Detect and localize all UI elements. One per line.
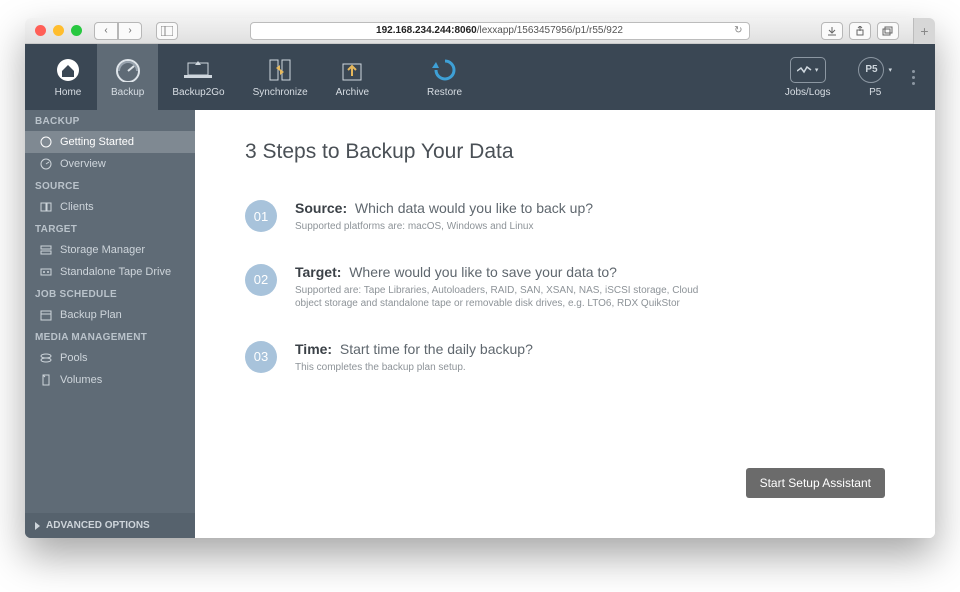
minimize-icon[interactable] <box>53 25 64 36</box>
sidebar-item-label: Backup Plan <box>60 309 122 321</box>
sidebar: BACKUP Getting Started Overview SOURCE C… <box>25 110 195 538</box>
sidebar-item-overview[interactable]: Overview <box>25 153 195 175</box>
step-heading: Time: Start time for the daily backup? <box>295 341 533 357</box>
address-bar[interactable]: 192.168.234.244:8060/lexxapp/1563457956/… <box>250 22 750 40</box>
sidebar-item-label: Storage Manager <box>60 244 145 256</box>
traffic-lights[interactable] <box>35 25 82 36</box>
titlebar: ‹ › 192.168.234.244:8060/lexxapp/1563457… <box>25 18 935 44</box>
header-jobs-logs[interactable]: ▾ Jobs/Logs <box>771 44 845 110</box>
sidebar-item-clients[interactable]: Clients <box>25 196 195 218</box>
nav-backup[interactable]: Backup <box>97 44 158 110</box>
browser-window: ‹ › 192.168.234.244:8060/lexxapp/1563457… <box>25 18 935 538</box>
step-source: 01 Source: Which data would you like to … <box>245 200 885 234</box>
page-title: 3 Steps to Backup Your Data <box>245 140 885 164</box>
nav-label: Jobs/Logs <box>785 87 831 98</box>
tape-icon <box>39 266 53 278</box>
gauge-small-icon <box>39 158 53 170</box>
nav-synchronize[interactable]: Synchronize <box>239 44 322 110</box>
sidebar-header-backup: BACKUP <box>25 110 195 131</box>
compass-icon <box>39 136 53 148</box>
nav-label: Backup2Go <box>172 87 224 98</box>
nav-restore[interactable]: Restore <box>413 44 476 110</box>
p5-icon: P5 <box>858 57 884 83</box>
chevron-right-icon <box>35 522 40 530</box>
nav-buttons: ‹ › <box>94 22 142 40</box>
sidebar-item-label: Clients <box>60 201 94 213</box>
start-setup-button[interactable]: Start Setup Assistant <box>746 468 885 498</box>
address-path: /lexxapp/1563457956/p1/r55/922 <box>477 25 623 36</box>
sidebar-item-storage-manager[interactable]: Storage Manager <box>25 239 195 261</box>
clients-icon <box>39 201 53 213</box>
doors-icon <box>265 57 295 83</box>
storage-icon <box>39 244 53 256</box>
sidebar-item-getting-started[interactable]: Getting Started <box>25 131 195 153</box>
step-badge: 01 <box>245 200 277 232</box>
sidebar-advanced-options[interactable]: ADVANCED OPTIONS <box>25 513 195 538</box>
stack-icon <box>39 352 53 364</box>
reload-icon[interactable]: ↻ <box>734 25 742 36</box>
sidebar-item-pools[interactable]: Pools <box>25 347 195 369</box>
sidebar-item-standalone-tape[interactable]: Standalone Tape Drive <box>25 261 195 283</box>
step-subtext: This completes the backup plan setup. <box>295 361 533 375</box>
nav-label: P5 <box>869 87 881 98</box>
address-host: 192.168.234.244:8060 <box>376 25 477 36</box>
forward-button[interactable]: › <box>118 22 142 40</box>
sidebar-toggle[interactable] <box>156 22 178 40</box>
home-icon <box>53 57 83 83</box>
back-button[interactable]: ‹ <box>94 22 118 40</box>
restore-icon <box>430 57 460 83</box>
app-header: Home Backup Backup2Go Synchronize Archiv <box>25 44 935 110</box>
header-overflow[interactable] <box>906 70 921 85</box>
step-badge: 02 <box>245 264 277 296</box>
sidebar-item-label: Volumes <box>60 374 102 386</box>
sidebar-item-volumes[interactable]: Volumes <box>25 369 195 391</box>
new-tab-button[interactable]: + <box>913 18 935 44</box>
header-p5[interactable]: P5 ▾ P5 <box>844 44 906 110</box>
nav-backup2go[interactable]: Backup2Go <box>158 44 238 110</box>
main-content: 3 Steps to Backup Your Data 01 Source: W… <box>195 110 935 538</box>
sidebar-item-label: Getting Started <box>60 136 134 148</box>
laptop-up-icon <box>183 57 213 83</box>
sidebar-header-source: SOURCE <box>25 175 195 196</box>
titlebar-right <box>821 22 899 40</box>
sidebar-item-label: Overview <box>60 158 106 170</box>
sidebar-header-job-schedule: JOB SCHEDULE <box>25 283 195 304</box>
sidebar-header-media: MEDIA MANAGEMENT <box>25 326 195 347</box>
sidebar-item-label: Standalone Tape Drive <box>60 266 171 278</box>
calendar-icon <box>39 309 53 321</box>
nav-label: Archive <box>336 87 369 98</box>
sidebar-item-backup-plan[interactable]: Backup Plan <box>25 304 195 326</box>
step-target: 02 Target: Where would you like to save … <box>245 264 885 311</box>
close-icon[interactable] <box>35 25 46 36</box>
address-bar-wrap: 192.168.234.244:8060/lexxapp/1563457956/… <box>186 22 813 40</box>
sidebar-header-target: TARGET <box>25 218 195 239</box>
step-heading: Target: Where would you like to save you… <box>295 264 725 280</box>
sidebar-item-label: Pools <box>60 352 88 364</box>
nav-label: Restore <box>427 87 462 98</box>
gauge-icon <box>113 57 143 83</box>
step-subtext: Supported are: Tape Libraries, Autoloade… <box>295 284 725 311</box>
tabs-button[interactable] <box>877 22 899 40</box>
step-badge: 03 <box>245 341 277 373</box>
activity-icon: ▾ <box>790 57 826 83</box>
downloads-button[interactable] <box>821 22 843 40</box>
step-subtext: Supported platforms are: macOS, Windows … <box>295 220 593 234</box>
sidebar-footer-label: ADVANCED OPTIONS <box>46 520 150 531</box>
step-heading: Source: Which data would you like to bac… <box>295 200 593 216</box>
nav-home[interactable]: Home <box>39 44 97 110</box>
box-up-icon <box>337 57 367 83</box>
share-button[interactable] <box>849 22 871 40</box>
app-body: BACKUP Getting Started Overview SOURCE C… <box>25 110 935 538</box>
nav-label: Synchronize <box>253 87 308 98</box>
nav-label: Home <box>55 87 82 98</box>
nav-archive[interactable]: Archive <box>322 44 383 110</box>
zoom-icon[interactable] <box>71 25 82 36</box>
volume-icon <box>39 374 53 386</box>
step-time: 03 Time: Start time for the daily backup… <box>245 341 885 375</box>
nav-label: Backup <box>111 87 144 98</box>
